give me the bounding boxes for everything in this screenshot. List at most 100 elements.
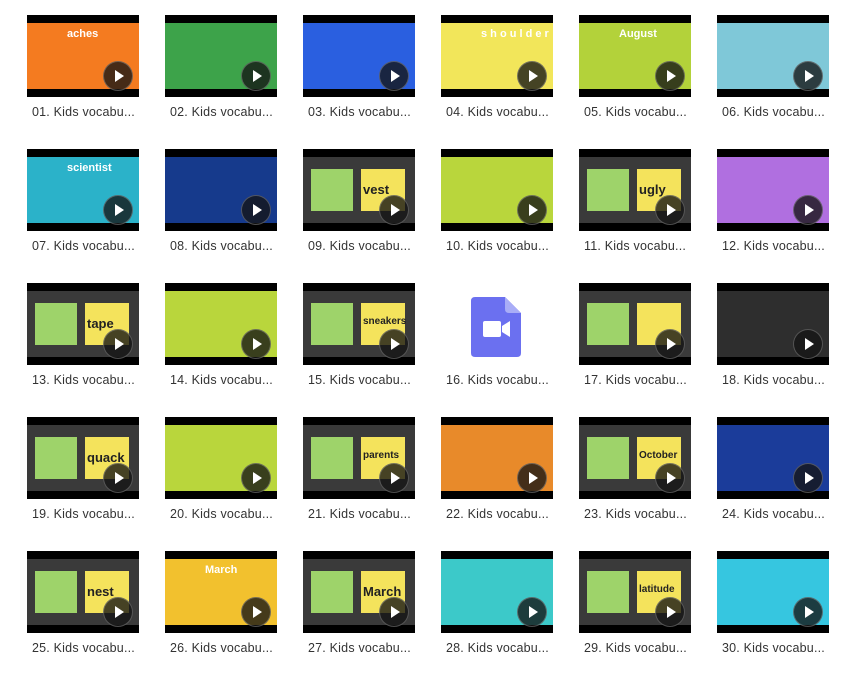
video-thumbnail[interactable]: October — [579, 417, 691, 499]
video-thumbnail[interactable]: scientist — [27, 149, 139, 231]
video-file-item[interactable]: October 23. Kids vocabu... — [579, 417, 717, 537]
video-file-item[interactable]: vest 09. Kids vocabu... — [303, 149, 441, 269]
video-file-item[interactable]: 20. Kids vocabu... — [165, 417, 303, 537]
video-thumbnail[interactable] — [717, 149, 829, 231]
play-icon[interactable] — [103, 463, 133, 493]
file-name-label: 23. Kids vocabu... — [584, 507, 687, 521]
video-thumbnail[interactable]: sneakers — [303, 283, 415, 365]
file-name-label: 05. Kids vocabu... — [584, 105, 687, 119]
play-icon[interactable] — [379, 463, 409, 493]
play-icon[interactable] — [241, 195, 271, 225]
video-thumbnail[interactable]: aches — [27, 15, 139, 97]
video-file-item[interactable]: parents 21. Kids vocabu... — [303, 417, 441, 537]
video-thumbnail[interactable] — [165, 15, 277, 97]
video-file-item[interactable]: 14. Kids vocabu... — [165, 283, 303, 403]
play-icon[interactable] — [517, 597, 547, 627]
video-file-item[interactable]: 28. Kids vocabu... — [441, 551, 579, 671]
play-icon[interactable] — [655, 195, 685, 225]
play-icon[interactable] — [103, 329, 133, 359]
play-icon[interactable] — [379, 597, 409, 627]
picture-card — [35, 571, 77, 613]
video-thumbnail[interactable] — [441, 417, 553, 499]
video-file-item[interactable]: 08. Kids vocabu... — [165, 149, 303, 269]
play-icon[interactable] — [793, 61, 823, 91]
play-icon[interactable] — [655, 463, 685, 493]
video-thumbnail[interactable]: March — [165, 551, 277, 633]
play-icon[interactable] — [379, 329, 409, 359]
video-file-item[interactable]: 02. Kids vocabu... — [165, 15, 303, 135]
video-thumbnail[interactable]: nest — [27, 551, 139, 633]
video-file-item[interactable]: 12. Kids vocabu... — [717, 149, 855, 269]
play-icon[interactable] — [793, 463, 823, 493]
video-thumbnail[interactable]: s h o u l d e r — [441, 15, 553, 97]
video-thumbnail[interactable] — [165, 417, 277, 499]
video-thumbnail[interactable]: ugly — [579, 149, 691, 231]
play-icon[interactable] — [517, 463, 547, 493]
video-thumbnail[interactable] — [165, 283, 277, 365]
play-icon[interactable] — [241, 597, 271, 627]
play-icon[interactable] — [103, 61, 133, 91]
video-thumbnail[interactable] — [441, 551, 553, 633]
play-icon[interactable] — [379, 61, 409, 91]
video-file-item[interactable]: 17. Kids vocabu... — [579, 283, 717, 403]
play-icon[interactable] — [241, 463, 271, 493]
video-thumbnail[interactable] — [717, 417, 829, 499]
video-file-item[interactable]: aches 01. Kids vocabu... — [27, 15, 165, 135]
video-thumbnail[interactable] — [579, 283, 691, 365]
vocabulary-word: s h o u l d e r — [481, 28, 549, 40]
play-icon[interactable] — [655, 61, 685, 91]
play-icon[interactable] — [517, 61, 547, 91]
video-thumbnail[interactable] — [165, 149, 277, 231]
play-icon[interactable] — [793, 329, 823, 359]
video-thumbnail[interactable]: latitude — [579, 551, 691, 633]
video-thumbnail[interactable]: vest — [303, 149, 415, 231]
file-name-label: 16. Kids vocabu... — [446, 373, 549, 387]
file-name-label: 27. Kids vocabu... — [308, 641, 411, 655]
video-thumbnail[interactable]: tape — [27, 283, 139, 365]
play-icon[interactable] — [379, 195, 409, 225]
video-file-item[interactable]: 22. Kids vocabu... — [441, 417, 579, 537]
play-icon[interactable] — [793, 597, 823, 627]
play-icon[interactable] — [793, 195, 823, 225]
file-name-label: 04. Kids vocabu... — [446, 105, 549, 119]
file-name-label: 15. Kids vocabu... — [308, 373, 411, 387]
video-file-item[interactable]: 30. Kids vocabu... — [717, 551, 855, 671]
video-thumbnail[interactable]: quack — [27, 417, 139, 499]
video-thumbnail[interactable] — [303, 15, 415, 97]
video-thumbnail[interactable] — [717, 15, 829, 97]
video-thumbnail[interactable]: March — [303, 551, 415, 633]
play-icon[interactable] — [517, 195, 547, 225]
video-thumbnail[interactable] — [717, 551, 829, 633]
play-icon[interactable] — [241, 329, 271, 359]
video-file-item[interactable]: August 05. Kids vocabu... — [579, 15, 717, 135]
video-file-item[interactable]: scientist 07. Kids vocabu... — [27, 149, 165, 269]
play-icon[interactable] — [655, 597, 685, 627]
video-file-item[interactable]: nest 25. Kids vocabu... — [27, 551, 165, 671]
video-file-item[interactable]: 06. Kids vocabu... — [717, 15, 855, 135]
play-icon[interactable] — [103, 195, 133, 225]
play-icon[interactable] — [655, 329, 685, 359]
video-file-item[interactable]: s h o u l d e r 04. Kids vocabu... — [441, 15, 579, 135]
video-thumbnail[interactable]: August — [579, 15, 691, 97]
video-file-icon[interactable] — [469, 295, 523, 359]
video-file-item[interactable]: March 27. Kids vocabu... — [303, 551, 441, 671]
video-thumbnail[interactable]: parents — [303, 417, 415, 499]
video-file-item[interactable]: 18. Kids vocabu... — [717, 283, 855, 403]
video-file-item[interactable]: 16. Kids vocabu... — [441, 283, 579, 403]
video-file-item[interactable]: quack 19. Kids vocabu... — [27, 417, 165, 537]
video-file-item[interactable]: sneakers 15. Kids vocabu... — [303, 283, 441, 403]
video-file-item[interactable]: ugly 11. Kids vocabu... — [579, 149, 717, 269]
video-file-item[interactable]: latitude 29. Kids vocabu... — [579, 551, 717, 671]
file-name-label: 11. Kids vocabu... — [584, 239, 687, 253]
video-thumbnail[interactable] — [441, 149, 553, 231]
video-file-item[interactable]: 10. Kids vocabu... — [441, 149, 579, 269]
video-file-item[interactable]: 03. Kids vocabu... — [303, 15, 441, 135]
video-thumbnail[interactable] — [717, 283, 829, 365]
play-icon[interactable] — [241, 61, 271, 91]
video-file-item[interactable]: tape 13. Kids vocabu... — [27, 283, 165, 403]
video-file-item[interactable]: 24. Kids vocabu... — [717, 417, 855, 537]
video-file-item[interactable]: March 26. Kids vocabu... — [165, 551, 303, 671]
vocabulary-word: aches — [67, 28, 99, 40]
file-name-label: 29. Kids vocabu... — [584, 641, 687, 655]
play-icon[interactable] — [103, 597, 133, 627]
